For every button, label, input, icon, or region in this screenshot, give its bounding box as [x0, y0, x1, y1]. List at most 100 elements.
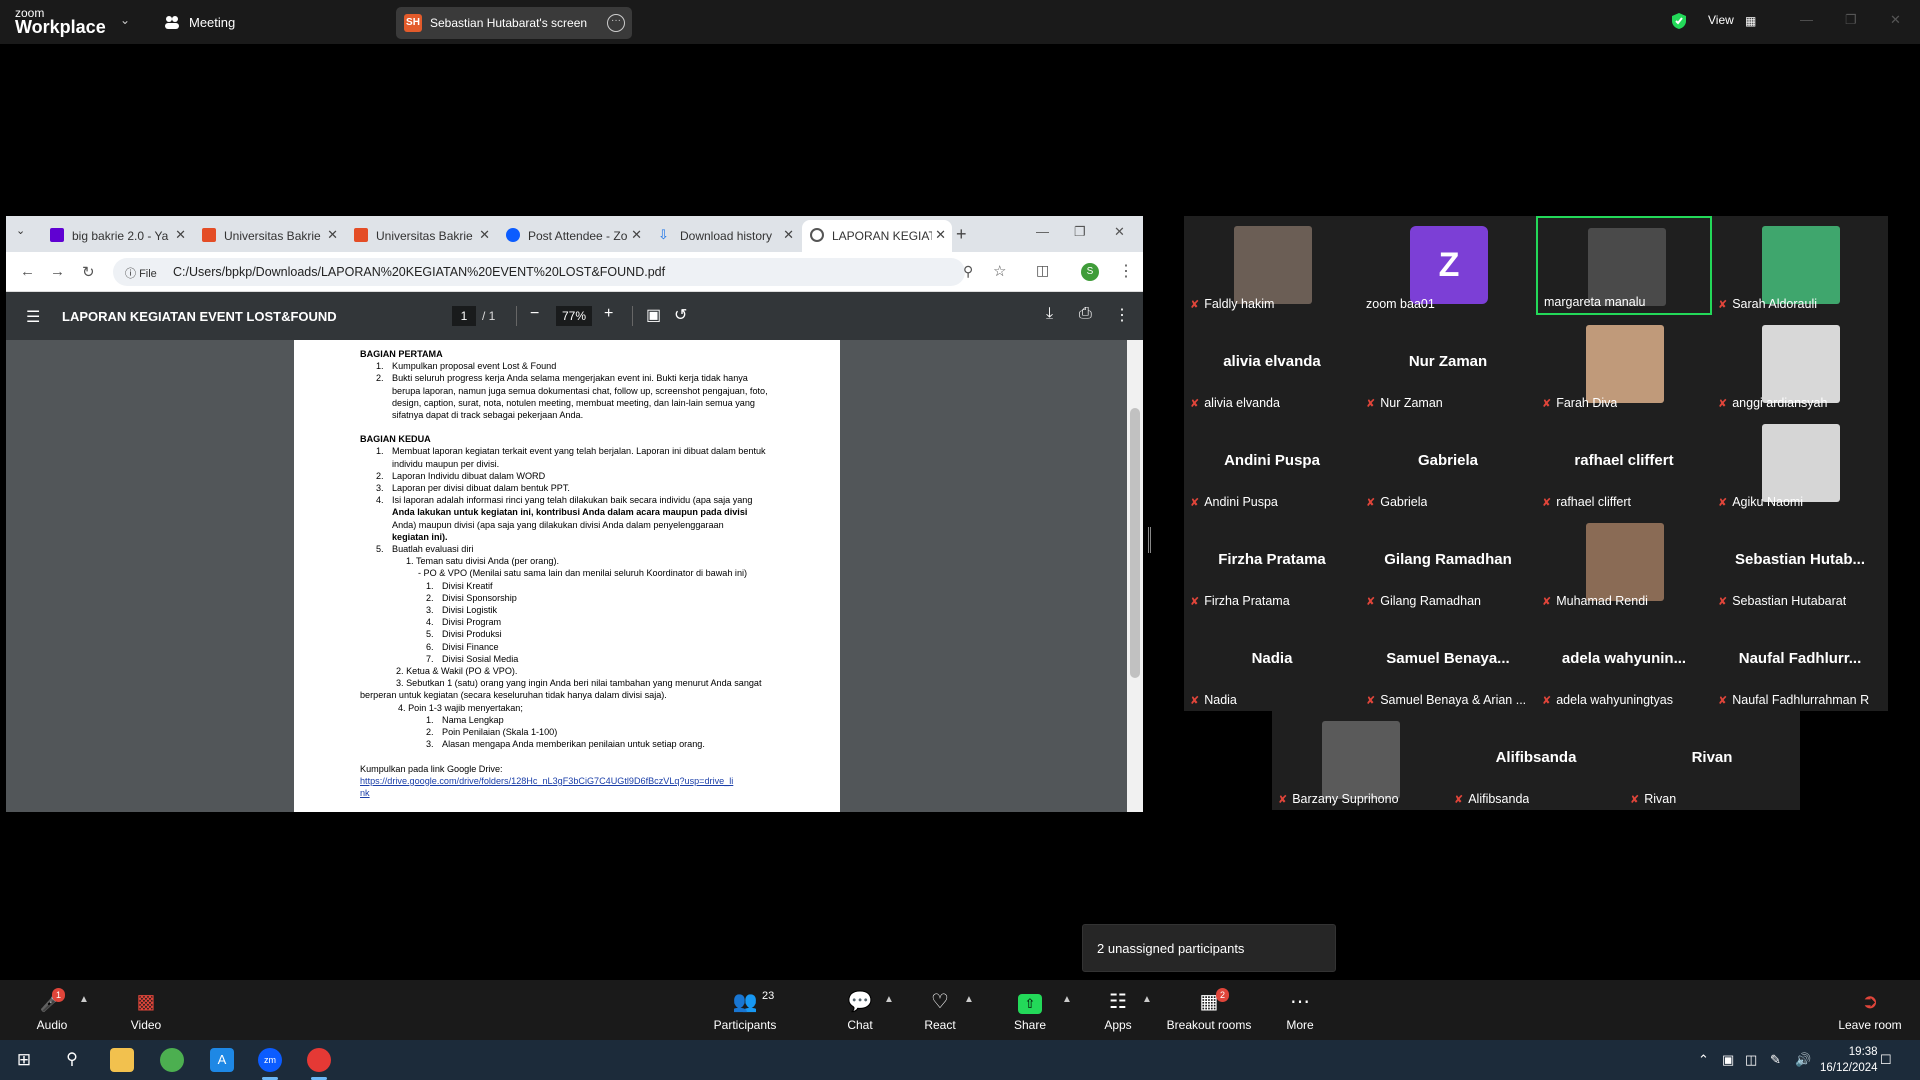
- participant-tile[interactable]: adela wahyunin... ✘ adela wahyuningtyas: [1536, 612, 1712, 711]
- participant-tile[interactable]: Gilang Ramadhan ✘ Gilang Ramadhan: [1360, 513, 1536, 612]
- restore-icon[interactable]: ❐: [1845, 12, 1857, 28]
- tab-close-icon[interactable]: ✕: [175, 227, 186, 243]
- chevron-down-icon[interactable]: ⌄: [120, 13, 130, 27]
- participant-tile[interactable]: alivia elvanda ✘ alivia elvanda: [1184, 315, 1360, 414]
- zoom-level-input[interactable]: 77%: [556, 306, 592, 326]
- tab-close-icon[interactable]: ✕: [479, 227, 490, 243]
- zoom-out-icon[interactable]: −: [530, 305, 539, 323]
- zoom-magnifier-icon[interactable]: ⚲: [963, 263, 973, 280]
- zoom-taskbar-icon[interactable]: zm: [258, 1048, 282, 1072]
- zoom-in-icon[interactable]: +: [604, 305, 613, 323]
- hamburger-menu-icon[interactable]: ☰: [26, 307, 40, 327]
- page-number-input[interactable]: 1: [452, 306, 476, 326]
- screen-share-indicator[interactable]: SH Sebastian Hutabarat's screen ···: [396, 7, 632, 39]
- participant-tile[interactable]: margareta manalu: [1536, 216, 1712, 315]
- rotate-icon[interactable]: ↺: [674, 305, 687, 325]
- browser-tab[interactable]: Universitas Bakrie ✕: [346, 220, 496, 252]
- video-button[interactable]: ▩ Video: [124, 990, 168, 1032]
- browser-close-icon[interactable]: ✕: [1114, 224, 1125, 240]
- back-arrow-icon[interactable]: ←: [20, 263, 35, 280]
- chat-button[interactable]: 💬 Chat: [840, 990, 880, 1032]
- new-tab-icon[interactable]: +: [956, 224, 967, 245]
- tray-app-icon[interactable]: ▣: [1722, 1052, 1734, 1068]
- tab-close-icon[interactable]: ✕: [631, 227, 642, 243]
- reload-icon[interactable]: ↻: [82, 263, 95, 281]
- participant-tile[interactable]: ✘ Sarah Aldorauli: [1712, 216, 1888, 315]
- browser-tab[interactable]: big bakrie 2.0 - Ya ✕: [42, 220, 192, 252]
- address-bar[interactable]: ⓘ File C:/Users/bpkp/Downloads/LAPORAN%2…: [113, 258, 1006, 286]
- participant-tile[interactable]: ✘ Barzany Suprihono: [1272, 711, 1448, 810]
- participant-tile[interactable]: ✘ anggi ardiansyah: [1712, 315, 1888, 414]
- pdf-more-icon[interactable]: ⋮: [1114, 305, 1130, 325]
- drive-link[interactable]: https://drive.google.com/drive/folders/1…: [360, 776, 733, 786]
- participant-tile[interactable]: Naufal Fadhlurr... ✘ Naufal Fadhlurrahman …: [1712, 612, 1888, 711]
- tab-close-icon[interactable]: ✕: [783, 227, 794, 243]
- audio-options-caret-icon[interactable]: ▲: [79, 994, 89, 1005]
- minimize-icon[interactable]: —: [1800, 12, 1813, 27]
- participant-tile[interactable]: Andini Puspa ✘ Andini Puspa: [1184, 414, 1360, 513]
- tab-search-chevron-icon[interactable]: ⌄: [16, 224, 25, 237]
- share-button[interactable]: ⇧ Share: [1010, 990, 1050, 1032]
- unassigned-participants-popup[interactable]: 2 unassigned participants: [1082, 924, 1336, 972]
- pen-icon[interactable]: ✎: [1770, 1052, 1781, 1068]
- profile-avatar[interactable]: S: [1081, 263, 1099, 281]
- participant-tile[interactable]: Zzoom baa01: [1360, 216, 1536, 315]
- react-button[interactable]: ♡ React: [920, 990, 960, 1032]
- browser-tab-active[interactable]: LAPORAN KEGIATA ✕: [802, 220, 952, 252]
- system-clock[interactable]: 19:38 16/12/2024: [1820, 1044, 1878, 1076]
- audio-button[interactable]: 🎤 Audio 1: [30, 988, 74, 1032]
- chrome-active-icon[interactable]: [307, 1048, 331, 1072]
- apps-button[interactable]: ☷ Apps: [1098, 990, 1138, 1032]
- browser-restore-icon[interactable]: ❐: [1074, 224, 1086, 240]
- notification-icon[interactable]: ☐: [1880, 1052, 1892, 1068]
- apps-options-caret-icon[interactable]: ▲: [1142, 994, 1152, 1005]
- participant-tile[interactable]: Nur Zaman ✘ Nur Zaman: [1360, 315, 1536, 414]
- fit-page-icon[interactable]: ▣: [646, 305, 661, 325]
- participant-tile[interactable]: Sebastian Hutab... ✘ Sebastian Hutabarat: [1712, 513, 1888, 612]
- browser-menu-icon[interactable]: ⋮: [1118, 261, 1134, 281]
- view-menu[interactable]: View: [1708, 13, 1734, 27]
- participant-tile[interactable]: ✘ Faldly hakim: [1184, 216, 1360, 315]
- app-a-icon[interactable]: A: [210, 1048, 234, 1072]
- forward-arrow-icon[interactable]: →: [50, 263, 65, 280]
- grid-view-icon[interactable]: ▦: [1745, 14, 1756, 28]
- drive-link-cont[interactable]: nk: [360, 788, 370, 798]
- scroll-thumb[interactable]: [1130, 408, 1140, 678]
- security-shield-icon[interactable]: [1671, 12, 1687, 30]
- windows-start-icon[interactable]: ⊞: [12, 1048, 36, 1072]
- bookmark-star-icon[interactable]: ☆: [993, 262, 1006, 280]
- close-icon[interactable]: ✕: [1890, 12, 1901, 28]
- participant-tile[interactable]: ✘ Muhamad Rendi: [1536, 513, 1712, 612]
- participant-tile[interactable]: Firzha Pratama ✘ Firzha Pratama: [1184, 513, 1360, 612]
- participant-tile[interactable]: Nadia ✘ Nadia: [1184, 612, 1360, 711]
- react-options-caret-icon[interactable]: ▲: [964, 994, 974, 1005]
- breakout-rooms-button[interactable]: ▦ Breakout rooms 2: [1166, 988, 1252, 1032]
- share-options-caret-icon[interactable]: ▲: [1062, 994, 1072, 1005]
- chat-options-caret-icon[interactable]: ▲: [884, 994, 894, 1005]
- tab-close-icon[interactable]: ✕: [327, 227, 338, 243]
- participant-tile[interactable]: Samuel Benaya... ✘ Samuel Benaya & Arian .…: [1360, 612, 1536, 711]
- file-explorer-icon[interactable]: [110, 1048, 134, 1072]
- browser-tab[interactable]: ⇩ Download history ✕: [650, 220, 800, 252]
- more-button[interactable]: ⋯ More: [1280, 990, 1320, 1032]
- participant-tile[interactable]: ✘ Farah Diva: [1536, 315, 1712, 414]
- browser-tab[interactable]: Universitas Bakrie ✕: [194, 220, 344, 252]
- more-options-icon[interactable]: ···: [607, 14, 625, 32]
- pdf-viewer-area[interactable]: BAGIAN PERTAMA 1. Kumpulkan proposal even…: [6, 340, 1143, 812]
- tab-close-icon[interactable]: ✕: [935, 227, 946, 243]
- search-icon[interactable]: ⚲: [60, 1048, 84, 1072]
- leave-room-button[interactable]: ➲ Leave room: [1838, 990, 1902, 1032]
- extensions-icon[interactable]: ◫: [1036, 262, 1049, 279]
- download-icon[interactable]: ⤓: [1046, 305, 1053, 323]
- browser-tab[interactable]: Post Attendee - Zo ✕: [498, 220, 648, 252]
- participant-tile[interactable]: ✘ Agiku Naomi: [1712, 414, 1888, 513]
- browser-minimize-icon[interactable]: —: [1036, 224, 1049, 239]
- meeting-menu[interactable]: Meeting: [189, 15, 235, 30]
- network-icon[interactable]: ◫: [1745, 1052, 1757, 1068]
- participant-tile[interactable]: rafhael cliffert ✘ rafhael cliffert: [1536, 414, 1712, 513]
- participants-button[interactable]: 👥 Participants 23: [712, 990, 778, 1032]
- volume-icon[interactable]: 🔊: [1795, 1052, 1811, 1068]
- print-icon[interactable]: ⎙: [1079, 305, 1092, 323]
- chrome-icon[interactable]: [160, 1048, 184, 1072]
- pdf-scrollbar[interactable]: [1127, 340, 1143, 812]
